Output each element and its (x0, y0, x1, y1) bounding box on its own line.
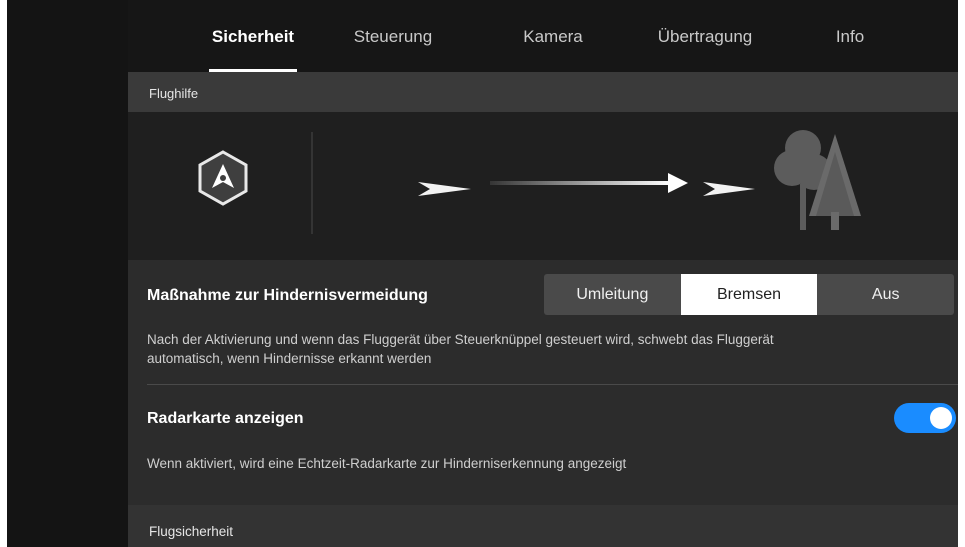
section-header-flughilfe: Flughilfe (128, 72, 958, 112)
paper-plane-icon (703, 182, 755, 196)
trees-icon (774, 130, 861, 230)
aircraft-logo-icon (198, 150, 248, 206)
flugsicherheit-title: Flugsicherheit (149, 524, 234, 539)
settings-panel: Sicherheit Steuerung Kamera Übertragung … (128, 0, 958, 547)
tab-uebertragung[interactable]: Übertragung (635, 27, 775, 57)
left-sidebar (7, 0, 128, 547)
obstacle-avoidance-title: Maßnahme zur Hindernisvermeidung (147, 287, 428, 304)
tab-bar: Sicherheit Steuerung Kamera Übertragung … (128, 0, 958, 72)
obstacle-illustration (128, 112, 958, 260)
tab-info[interactable]: Info (810, 27, 890, 57)
section-header-flugsicherheit (128, 505, 958, 547)
toggle-knob (930, 407, 952, 429)
row-divider (147, 384, 958, 385)
tab-kamera[interactable]: Kamera (503, 27, 603, 57)
tab-steuerung[interactable]: Steuerung (333, 27, 453, 57)
option-aus[interactable]: Aus (817, 274, 954, 315)
radar-map-title: Radarkarte anzeigen (147, 410, 304, 427)
description-line-1: Nach der Aktivierung und wenn das Flugge… (147, 332, 774, 347)
option-umleitung[interactable]: Umleitung (544, 274, 681, 315)
tab-sicherheit[interactable]: Sicherheit (209, 27, 297, 57)
obstacle-action-segmented-control: Umleitung Bremsen Aus (544, 274, 954, 315)
paper-plane-icon (418, 182, 471, 196)
description-line-2: automatisch, wenn Hindernisse erkannt we… (147, 351, 432, 366)
radar-map-description: Wenn aktiviert, wird eine Echtzeit-Radar… (147, 456, 627, 471)
obstacle-avoidance-description: Nach der Aktivierung und wenn das Flugge… (147, 330, 774, 368)
radar-map-toggle[interactable] (894, 403, 956, 433)
arrow-right-icon (490, 173, 688, 193)
section-title: Flughilfe (149, 86, 199, 101)
option-bremsen[interactable]: Bremsen (680, 274, 818, 315)
